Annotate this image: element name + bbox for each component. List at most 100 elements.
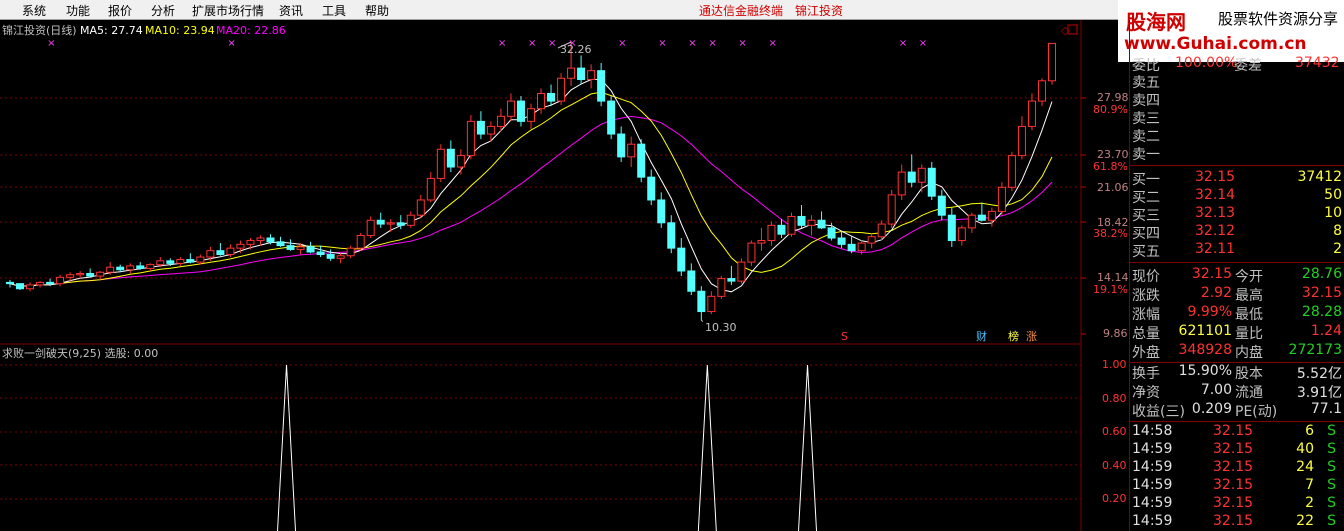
candle (817, 211, 826, 230)
candle-body (356, 234, 365, 249)
tick-row: 14:59 32.15 2 S (1132, 495, 1336, 511)
candle-body (226, 247, 235, 255)
indicator-tick: 0.20 (1102, 492, 1127, 505)
candle-body (436, 148, 445, 179)
menu-item-tools[interactable]: 工具 (322, 2, 346, 19)
candle-body (86, 273, 95, 277)
candle-body (476, 120, 485, 135)
candle-body (106, 266, 115, 273)
candle-body (6, 281, 14, 285)
price-tick: 9.86 (1103, 327, 1128, 340)
signal-star: × (618, 38, 626, 49)
chart-stock-name: 锦江投资(日线) (2, 23, 77, 37)
buy-row[interactable]: 买三 32.13 10 (1129, 205, 1344, 224)
candle-body (857, 242, 866, 252)
indicator-tick: 1.00 (1102, 358, 1127, 371)
candle-body (386, 222, 395, 225)
candle (977, 202, 986, 222)
candle-body (146, 264, 155, 269)
indicator-tick: 0.80 (1102, 392, 1127, 405)
candle-body (717, 278, 726, 297)
candle (557, 73, 566, 105)
candle-body (707, 295, 716, 313)
signal-star: × (658, 38, 666, 49)
sell-row[interactable]: 卖五 (1129, 72, 1344, 91)
candle (837, 230, 846, 249)
candle-body (186, 259, 195, 263)
sell-row[interactable]: 卖三 (1129, 108, 1344, 127)
candle-body (286, 245, 295, 250)
candle (56, 274, 65, 287)
candle-body (667, 222, 676, 249)
candle (76, 270, 85, 279)
candle-body (96, 271, 105, 277)
menu-item-analysis[interactable]: 分析 (151, 2, 175, 19)
candle (136, 262, 145, 270)
sell-row[interactable]: 卖二 (1129, 126, 1344, 145)
indicator-tick: 0.60 (1102, 425, 1127, 438)
candle-body (987, 210, 996, 221)
candle (747, 240, 756, 266)
candle-body (396, 222, 405, 226)
candle (36, 281, 45, 288)
candle (406, 211, 415, 228)
menu-item-function[interactable]: 功能 (66, 2, 90, 19)
candle (917, 164, 926, 193)
candle-body (657, 199, 666, 224)
candle-body (677, 247, 686, 272)
tick-row: 14:59 32.15 22 S (1132, 513, 1336, 529)
candle (547, 84, 556, 107)
candle (176, 257, 185, 266)
candle-body (66, 274, 75, 278)
candle (577, 55, 586, 85)
expand-icon[interactable]: ◇ (1061, 24, 1070, 37)
candle-body (907, 171, 916, 183)
low-price-label: 10.30 (705, 321, 737, 334)
buy-row[interactable]: 买二 32.14 50 (1129, 187, 1344, 206)
candle-body (16, 283, 25, 290)
sell-row[interactable]: 卖四 (1129, 90, 1344, 109)
candle-body (877, 223, 886, 238)
tick-row: 14:58 32.15 6 S (1132, 423, 1336, 439)
candle (647, 169, 656, 206)
candle (6, 279, 14, 288)
menu-item-extended-market[interactable]: 扩展市场行情 (192, 2, 264, 19)
candle-body (1027, 100, 1036, 127)
candle-body (1048, 42, 1056, 82)
candle (476, 111, 485, 140)
candle (516, 96, 525, 127)
sell-row[interactable]: 卖一 (1129, 144, 1344, 163)
candle (987, 207, 996, 227)
candle-body (587, 70, 596, 81)
menu-item-news[interactable]: 资讯 (279, 2, 303, 19)
candle (366, 216, 375, 239)
candle (1017, 116, 1026, 160)
price-chart[interactable]: × × × × × × × × × × × × × × 锦江投资(日线) MA5: 27.74 MA10:… (0, 20, 1128, 531)
candle-body (266, 237, 275, 243)
candle-body (847, 243, 856, 252)
candle-body (787, 215, 796, 235)
stat-row: 涨幅 9.99% 最低 28.28 (1132, 304, 1342, 323)
signal-star: × (498, 38, 506, 49)
candle-body (276, 241, 285, 247)
candle-body (516, 100, 525, 122)
menu-item-system[interactable]: 系统 (22, 2, 46, 19)
buy-row[interactable]: 买一 32.15 37412 (1129, 169, 1344, 188)
candle (757, 227, 766, 251)
signal-star: × (227, 38, 235, 49)
candle (687, 263, 696, 296)
cai-marker: 财 (976, 329, 987, 343)
candle (587, 64, 596, 89)
candle-body (306, 246, 315, 253)
buy-row[interactable]: 买五 32.11 2 (1129, 241, 1344, 260)
candle (26, 282, 35, 292)
candle-body (727, 278, 736, 282)
indicator-spike (697, 364, 717, 531)
candle-body (416, 199, 425, 216)
candle (96, 270, 105, 280)
candle (707, 291, 716, 315)
candle-body (567, 67, 576, 79)
menu-item-help[interactable]: 帮助 (365, 2, 389, 19)
buy-row[interactable]: 买四 32.12 8 (1129, 223, 1344, 242)
menu-item-quote[interactable]: 报价 (108, 2, 132, 19)
